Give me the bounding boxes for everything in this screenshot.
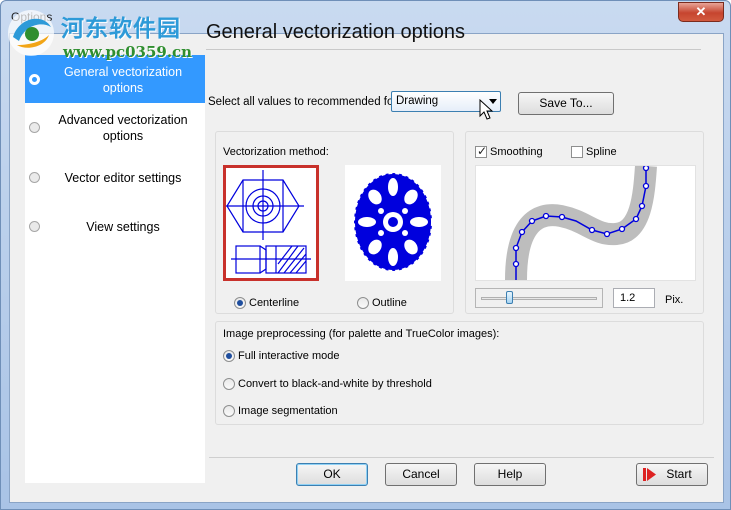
- centerline-drawing-icon: [226, 170, 311, 274]
- ok-button[interactable]: OK: [296, 463, 368, 486]
- preset-label: Select all values to recommended for:: [208, 96, 401, 108]
- slider-track: [481, 297, 597, 300]
- settings-sidebar: General vectorization options Advanced v…: [25, 55, 205, 483]
- smoothing-slider[interactable]: [475, 288, 603, 308]
- smoothing-unit-label: Pix.: [665, 294, 684, 306]
- watermark-url: www.pc0359.cn: [63, 43, 193, 61]
- full-interactive-label: Full interactive mode: [238, 350, 340, 362]
- outline-label: Outline: [372, 297, 407, 309]
- start-button[interactable]: Start: [636, 463, 708, 486]
- vectorization-method-label: Vectorization method:: [223, 146, 329, 158]
- title-divider: [206, 49, 701, 50]
- close-button[interactable]: ✕: [678, 2, 724, 22]
- mouse-cursor-icon: [479, 99, 494, 120]
- sidebar-item-advanced[interactable]: Advanced vectorization options: [25, 103, 205, 151]
- sidebar-item-view[interactable]: View settings: [25, 202, 205, 250]
- checkmark-icon: ✓: [477, 144, 488, 158]
- segmentation-label: Image segmentation: [238, 405, 338, 417]
- full-interactive-radio[interactable]: [223, 350, 235, 362]
- spline-label: Spline: [586, 146, 617, 158]
- sidebar-item-radio: [29, 122, 40, 133]
- sidebar-item-label: View settings: [86, 220, 160, 234]
- sidebar-item-vector-editor[interactable]: Vector editor settings: [25, 153, 205, 201]
- watermark: 河东软件园 www.pc0359.cn: [1, 3, 211, 65]
- spline-checkbox[interactable]: [571, 146, 583, 158]
- slider-thumb[interactable]: [505, 291, 513, 304]
- sidebar-item-label: Vector editor settings: [64, 171, 182, 185]
- save-to-button[interactable]: Save To...: [518, 92, 614, 115]
- threshold-radio[interactable]: [223, 378, 235, 390]
- smoothing-label: Smoothing: [490, 146, 543, 158]
- page-title: General vectorization options: [206, 21, 466, 43]
- sidebar-item-radio: [29, 74, 40, 85]
- segmentation-radio[interactable]: [223, 405, 235, 417]
- outline-preview[interactable]: [345, 165, 441, 281]
- centerline-label: Centerline: [249, 297, 300, 309]
- sidebar-item-radio: [29, 172, 40, 183]
- outline-ornament-icon: [353, 172, 433, 272]
- threshold-label: Convert to black-and-white by threshold: [238, 378, 432, 390]
- centerline-radio[interactable]: [234, 297, 246, 309]
- preset-dropdown-value: Drawing: [396, 95, 439, 107]
- outline-radio[interactable]: [357, 297, 369, 309]
- smoothing-preview: [475, 164, 696, 281]
- cancel-button[interactable]: Cancel: [385, 463, 457, 486]
- sidebar-item-label: Advanced vectorization options: [58, 113, 188, 143]
- smoothing-value-field[interactable]: 1.2: [613, 288, 655, 308]
- smoothing-checkbox[interactable]: ✓: [475, 144, 488, 158]
- watermark-logo-icon: [8, 10, 54, 56]
- start-label: Start: [666, 467, 692, 481]
- watermark-text: 河东软件园: [61, 15, 181, 42]
- sidebar-item-radio: [29, 221, 40, 232]
- footer-divider: [209, 457, 714, 458]
- help-button[interactable]: Help: [474, 463, 546, 486]
- smoothing-curve-icon: [505, 164, 657, 281]
- play-icon: [643, 468, 656, 481]
- sidebar-item-label: General vectorization options: [63, 65, 183, 95]
- image-preprocessing-label: Image preprocessing (for palette and Tru…: [223, 328, 500, 340]
- centerline-preview[interactable]: [223, 165, 319, 281]
- options-window: Options ✕ General vectorization options …: [0, 0, 731, 510]
